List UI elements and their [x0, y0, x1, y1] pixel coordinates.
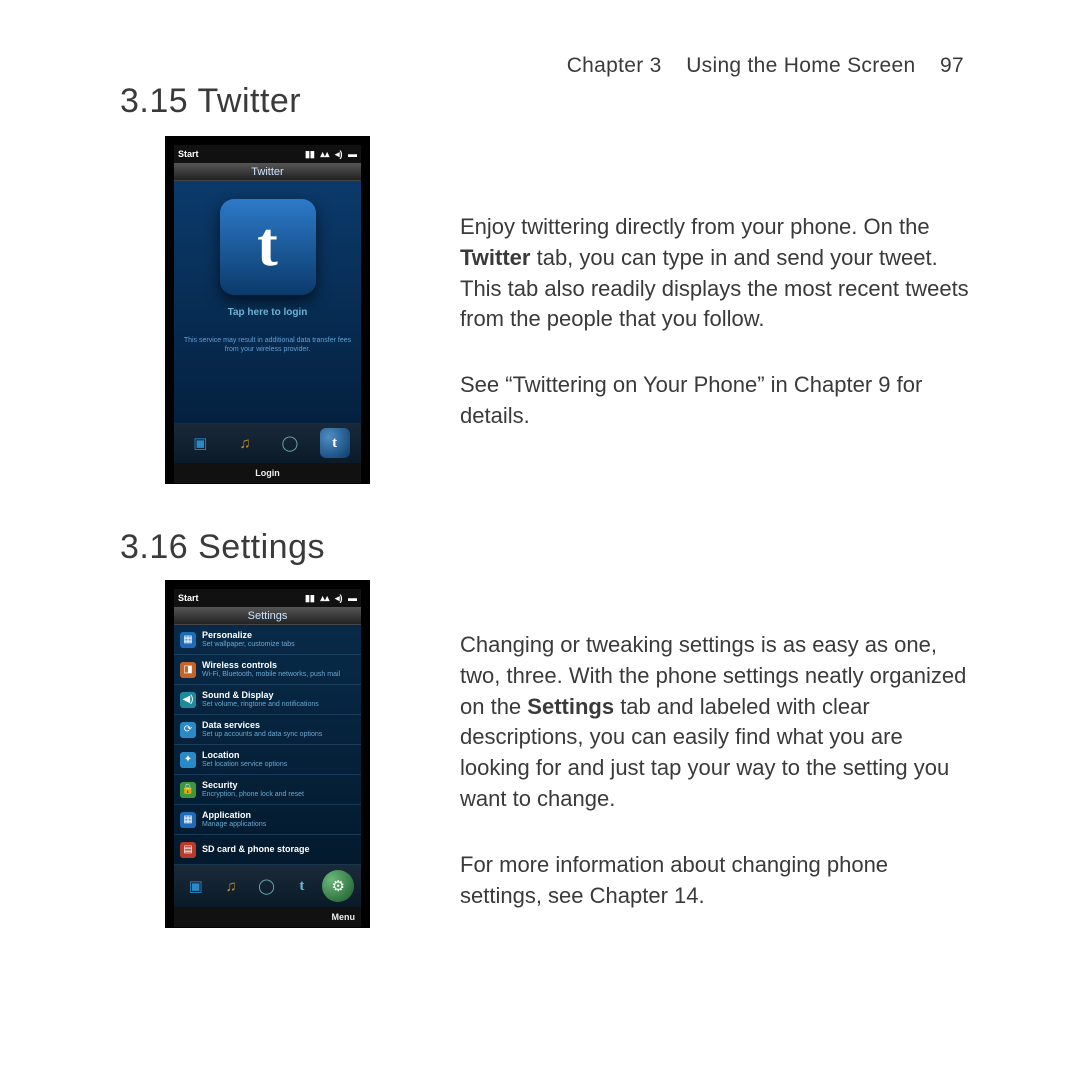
login-link[interactable]: Tap here to login — [228, 307, 308, 318]
tab-music[interactable]: ♫ — [230, 428, 260, 458]
battery-icon: ▬ — [348, 593, 357, 603]
start-label[interactable]: Start — [178, 149, 199, 159]
chapter-title: Using the Home Screen — [686, 54, 915, 77]
settings-row-security[interactable]: 🔒 SecurityEncryption, phone lock and res… — [174, 775, 361, 805]
section-heading-twitter: 3.15 Twitter — [120, 82, 301, 121]
settings-row-data[interactable]: ⟳ Data servicesSet up accounts and data … — [174, 715, 361, 745]
tab-photos[interactable]: ▣ — [181, 871, 211, 901]
twitter-paragraph-2: See “Twittering on Your Phone” in Chapte… — [460, 370, 970, 432]
settings-paragraph-1: Changing or tweaking settings is as easy… — [460, 630, 970, 815]
twitter-app-icon[interactable]: t — [220, 199, 316, 295]
phone-screenshot-twitter: Start ▮▮ ▴▴ ◂) ▬ Twitter t Tap here to l… — [165, 136, 370, 484]
page-header: Chapter 3 Using the Home Screen 97 — [567, 54, 964, 78]
settings-row-sound[interactable]: ◀) Sound & DisplaySet volume, ringtone a… — [174, 685, 361, 715]
battery-icon: ▬ — [348, 149, 357, 159]
status-icons: ▮▮ ▴▴ ◂) ▬ — [302, 593, 357, 604]
personalize-icon: ▦ — [180, 632, 196, 648]
sdcard-icon: ▤ — [180, 842, 196, 858]
home-tabs: ▣ ♫ ◯ t ⚙ — [174, 865, 361, 907]
softkey-bar: Menu — [174, 907, 361, 927]
section-heading-settings: 3.16 Settings — [120, 528, 325, 567]
phone-screenshot-settings: Start ▮▮ ▴▴ ◂) ▬ Settings ▦ PersonalizeS… — [165, 580, 370, 928]
softkey-bar: Login — [174, 463, 361, 483]
tab-music[interactable]: ♫ — [216, 871, 246, 901]
softkey-login[interactable]: Login — [255, 468, 280, 478]
settings-paragraph-2: For more information about changing phon… — [460, 850, 970, 912]
home-tabs: ▣ ♫ ◯ t — [174, 423, 361, 463]
page-number: 97 — [940, 54, 964, 77]
tab-internet[interactable]: ◯ — [275, 428, 305, 458]
tab-internet[interactable]: ◯ — [251, 871, 281, 901]
screen-title: Settings — [174, 607, 361, 625]
signal-icon: ▴▴ — [320, 593, 329, 603]
status-bar: Start ▮▮ ▴▴ ◂) ▬ — [174, 589, 361, 607]
settings-row-personalize[interactable]: ▦ PersonalizeSet wallpaper, customize ta… — [174, 625, 361, 655]
twitter-paragraph-1: Enjoy twittering directly from your phon… — [460, 212, 970, 335]
app-icon: ▦ — [180, 812, 196, 828]
chapter-label: Chapter 3 — [567, 54, 662, 77]
data-icon: ⟳ — [180, 722, 196, 738]
wireless-icon: ◨ — [180, 662, 196, 678]
data-disclaimer: This service may result in additional da… — [174, 336, 361, 354]
tab-twitter[interactable]: t — [287, 871, 317, 901]
settings-list: ▦ PersonalizeSet wallpaper, customize ta… — [174, 625, 361, 865]
settings-row-application[interactable]: ▦ ApplicationManage applications — [174, 805, 361, 835]
tab-twitter-active[interactable]: t — [320, 428, 350, 458]
screen-title: Twitter — [174, 163, 361, 181]
network-icon: ▮▮ — [305, 149, 315, 159]
tab-photos[interactable]: ▣ — [185, 428, 215, 458]
status-icons: ▮▮ ▴▴ ◂) ▬ — [302, 149, 357, 160]
settings-row-location[interactable]: ✦ LocationSet location service options — [174, 745, 361, 775]
tab-settings-active[interactable]: ⚙ — [322, 870, 354, 902]
settings-row-wireless[interactable]: ◨ Wireless controlsWi-Fi, Bluetooth, mob… — [174, 655, 361, 685]
lock-icon: 🔒 — [180, 782, 196, 798]
status-bar: Start ▮▮ ▴▴ ◂) ▬ — [174, 145, 361, 163]
network-icon: ▮▮ — [305, 593, 315, 603]
sound-icon: ◀) — [180, 692, 196, 708]
location-icon: ✦ — [180, 752, 196, 768]
twitter-body: t Tap here to login This service may res… — [174, 181, 361, 423]
softkey-menu[interactable]: Menu — [332, 912, 356, 922]
settings-row-storage[interactable]: ▤ SD card & phone storage — [174, 835, 361, 865]
volume-icon: ◂) — [335, 149, 343, 159]
volume-icon: ◂) — [335, 593, 343, 603]
signal-icon: ▴▴ — [320, 149, 329, 159]
start-label[interactable]: Start — [178, 593, 199, 603]
